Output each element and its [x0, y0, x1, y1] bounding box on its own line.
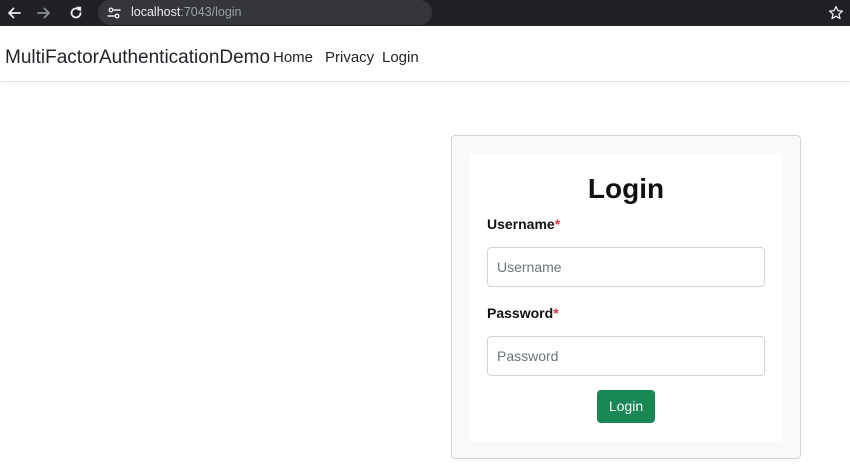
url-path: :7043/login	[180, 5, 242, 19]
brand-link[interactable]: MultiFactorAuthenticationDemo	[5, 47, 270, 69]
site-info-icon[interactable]	[106, 5, 122, 21]
forward-arrow-icon[interactable]	[34, 3, 54, 23]
site-navbar: MultiFactorAuthenticationDemo Home Priva…	[0, 33, 850, 82]
login-card: Login Username* Password* Login	[451, 135, 801, 459]
login-title: Login	[587, 173, 665, 204]
username-input[interactable]	[487, 247, 765, 287]
address-bar[interactable]: localhost:7043/login	[98, 0, 432, 25]
username-label: Username*	[487, 216, 560, 232]
nav-link-privacy[interactable]: Privacy	[325, 49, 374, 67]
nav-link-login[interactable]: Login	[382, 49, 419, 67]
url-text[interactable]: localhost:7043/login	[131, 5, 242, 20]
password-input[interactable]	[487, 336, 765, 376]
url-host: localhost	[131, 5, 181, 19]
reload-icon[interactable]	[66, 3, 86, 23]
password-label: Password*	[487, 305, 559, 321]
back-arrow-icon[interactable]	[4, 3, 24, 23]
password-label-text: Password	[487, 305, 554, 321]
login-button[interactable]: Login	[597, 390, 655, 423]
browser-toolbar: localhost:7043/login	[0, 0, 850, 26]
bookmark-star-icon[interactable]	[826, 3, 846, 23]
nav-link-home[interactable]: Home	[273, 49, 313, 67]
login-form: Login Username* Password* Login	[469, 153, 783, 441]
username-label-text: Username	[487, 216, 555, 232]
required-marker: *	[553, 305, 559, 321]
required-marker: *	[554, 216, 561, 232]
